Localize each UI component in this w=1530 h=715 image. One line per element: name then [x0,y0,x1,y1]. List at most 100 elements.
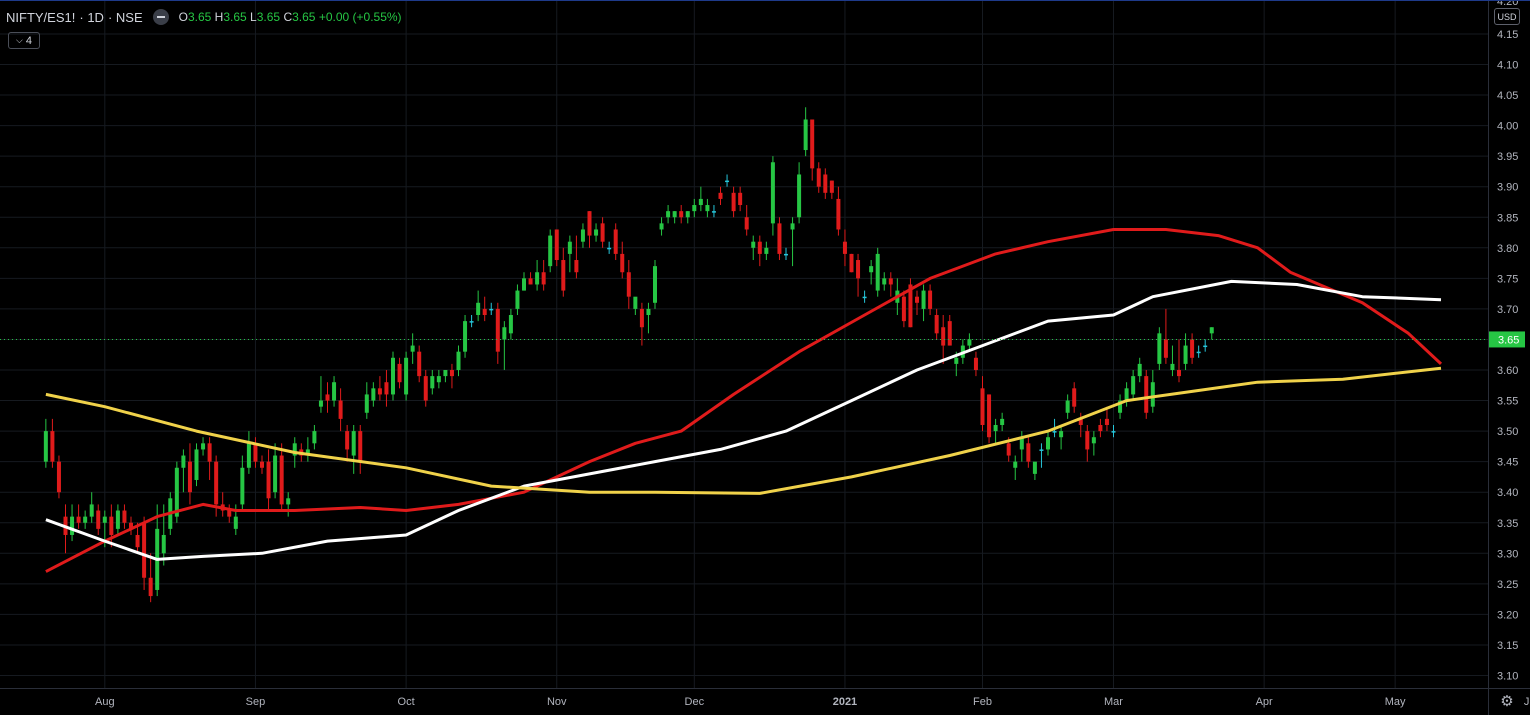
candle [286,492,291,517]
candle [705,198,710,218]
candle [273,443,278,499]
candle-body [1183,345,1188,364]
candle [495,302,500,364]
currency-button[interactable]: USD [1494,8,1520,25]
candle [587,211,592,248]
candle-body [102,516,107,523]
candle-body [888,278,893,285]
candle-body [345,431,350,450]
symbol-legend[interactable]: NIFTY/ES1! · 1D · NSE O3.65 H3.65 L3.65 … [6,8,402,26]
candle [685,211,690,224]
candle-body [358,431,363,462]
candle [633,296,638,316]
candle [1124,382,1129,407]
symbol-name[interactable]: NIFTY/ES1! [6,10,75,25]
candle [449,363,454,389]
candle [672,211,677,224]
candle [358,424,363,474]
candle-body [1177,370,1181,377]
candle-body [823,174,828,193]
candle-body [1013,461,1018,468]
indicators-toggle[interactable]: ⌵ 4 [8,32,40,49]
grid-lines [0,0,1488,688]
candle [1032,461,1037,480]
price-tick-label: 4.10 [1497,60,1518,72]
gear-icon[interactable]: ⚙ [1499,694,1515,710]
candle-body [1104,418,1109,425]
candle [679,205,684,224]
price-tick-label: 3.25 [1497,579,1518,591]
candle-body [875,253,880,291]
candle [194,443,199,487]
candle [43,418,48,468]
candle-body [580,229,585,242]
price-tick-label: 3.45 [1497,457,1518,469]
candle [1039,443,1044,468]
price-tick-label: 3.10 [1497,671,1518,683]
candle [751,235,756,261]
candle [607,241,612,254]
candle [1046,431,1050,456]
timeframe-label[interactable]: 1D [87,10,104,25]
candle-body [698,198,703,206]
candle [987,394,992,444]
candle [646,302,651,334]
candle-body [594,229,599,236]
candle-body [987,394,992,438]
candle-body [417,351,422,377]
candle-body [246,443,251,468]
candle [522,272,526,291]
hide-series-icon[interactable] [152,9,169,25]
candle [56,455,61,499]
candle [725,174,730,187]
candle-body [174,467,179,517]
candle-body [842,241,847,254]
candle-body [312,431,317,444]
price-tick-label: 3.15 [1497,640,1518,652]
price-tick-label: 3.70 [1497,304,1518,316]
candle [757,235,762,267]
candle-body [659,223,664,230]
candle [718,186,723,206]
candle-body [1163,339,1168,358]
candle-body [1111,431,1116,433]
candle [50,418,55,468]
time-tick-label: Sep [246,696,266,708]
change-value: +0.00 (+0.55%) [318,10,402,24]
candle [980,376,985,432]
candle [89,492,94,523]
candle [476,290,481,322]
candle [620,241,625,279]
candle-body [1026,443,1031,462]
candle [1091,431,1096,456]
candle-body [194,449,199,480]
candle-body [600,223,605,242]
candle-body [816,168,821,187]
candle-body [711,211,716,213]
candle-body [109,516,114,535]
candle [803,107,808,157]
price-chart[interactable]: 3.10 3.15 3.20 3.25 3.30 3.35 3.40 3.45 3.50 3.55… [0,0,1530,715]
candle-body [685,211,690,218]
candle [377,376,382,401]
candle-body [1170,363,1175,370]
candle-body [266,461,271,499]
candle [318,376,323,413]
price-tick-label: 3.55 [1497,396,1518,408]
candle [1019,431,1024,462]
candle [600,217,605,248]
candle-body [574,260,579,273]
candle [594,223,599,242]
candle [1026,437,1031,468]
candle [1157,327,1162,370]
candle-body [1196,351,1201,354]
price-tick-label: 3.85 [1497,212,1518,224]
candle-body [364,394,369,413]
candle [810,119,815,181]
last-price-label: 3.65 [1498,334,1519,346]
candle [1065,394,1070,419]
candle-body [718,192,723,199]
ohlc-values: O3.65 H3.65 L3.65 C3.65 +0.00 (+0.55%) [178,10,402,24]
candle [613,223,618,261]
candle [430,370,435,395]
